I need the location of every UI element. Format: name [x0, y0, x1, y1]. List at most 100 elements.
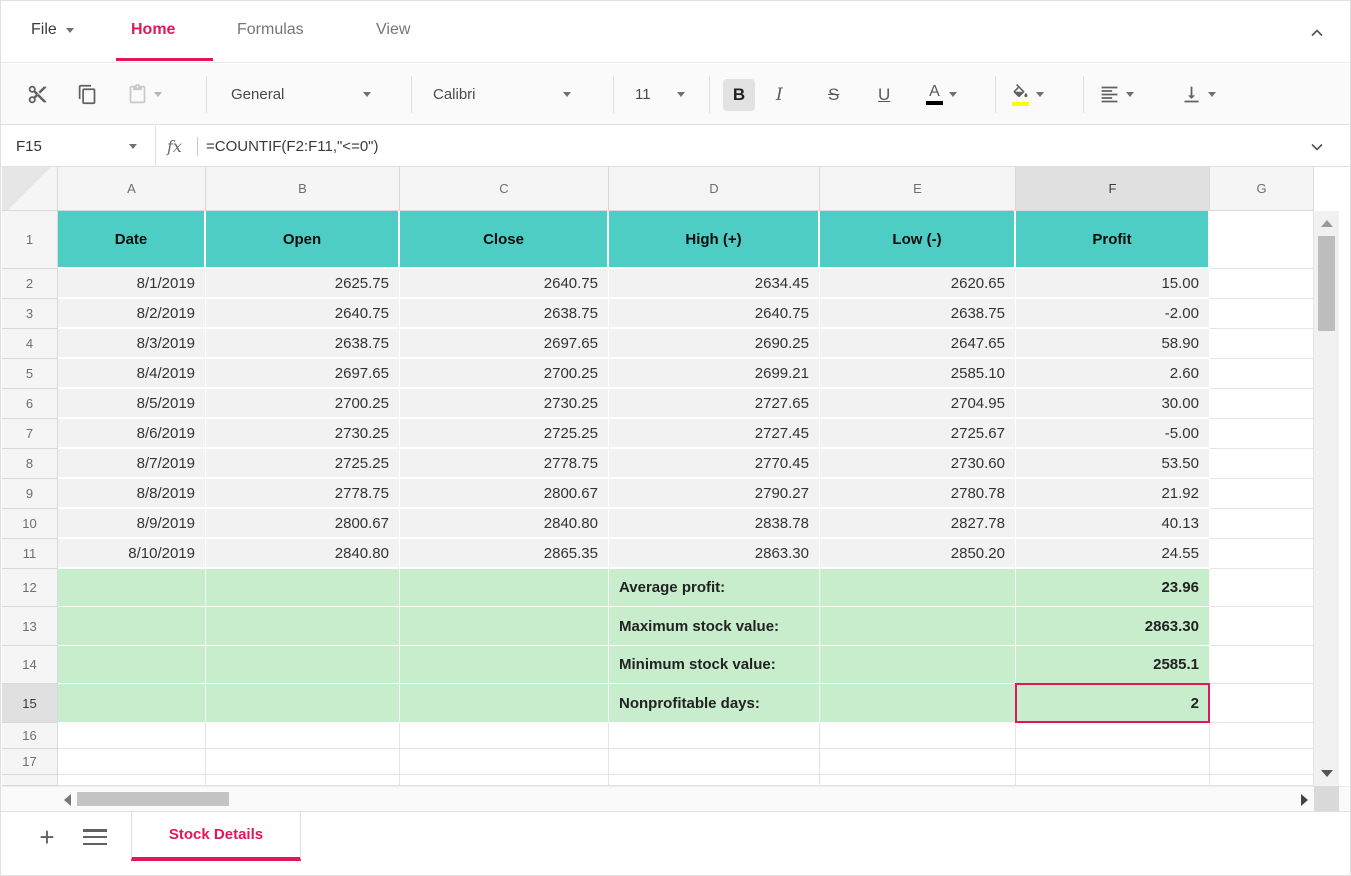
- cell-Ax[interactable]: [58, 775, 206, 786]
- text-align-dropdown[interactable]: [1099, 64, 1134, 125]
- cell-G8[interactable]: [1210, 449, 1314, 479]
- cell-F16[interactable]: [1016, 723, 1210, 749]
- bold-button[interactable]: B: [723, 64, 755, 125]
- font-name-dropdown[interactable]: Calibri: [433, 64, 577, 125]
- cell-E15[interactable]: [820, 684, 1016, 723]
- cell-F13[interactable]: 2863.30: [1016, 607, 1210, 646]
- cell-G7[interactable]: [1210, 419, 1314, 449]
- cell-G10[interactable]: [1210, 509, 1314, 539]
- row-header-9[interactable]: 9: [2, 479, 58, 509]
- cell-F1[interactable]: Profit: [1016, 211, 1210, 269]
- cell-F9[interactable]: 21.92: [1016, 479, 1210, 509]
- cell-C7[interactable]: 2725.25: [400, 419, 609, 449]
- cell-E7[interactable]: 2725.67: [820, 419, 1016, 449]
- row-header-16[interactable]: 16: [2, 723, 58, 749]
- cell-F7[interactable]: -5.00: [1016, 419, 1210, 449]
- cell-F4[interactable]: 58.90: [1016, 329, 1210, 359]
- cell-A13[interactable]: [58, 607, 206, 646]
- cell-C10[interactable]: 2840.80: [400, 509, 609, 539]
- cell-F8[interactable]: 53.50: [1016, 449, 1210, 479]
- cell-B11[interactable]: 2840.80: [206, 539, 400, 569]
- select-all-corner[interactable]: [2, 167, 58, 211]
- column-header-C[interactable]: C: [400, 167, 609, 211]
- row-header-3[interactable]: 3: [2, 299, 58, 329]
- cell-B1[interactable]: Open: [206, 211, 400, 269]
- expand-formula-bar-icon[interactable]: [1306, 137, 1328, 157]
- sheet-list-button[interactable]: [83, 826, 107, 848]
- cell-B15[interactable]: [206, 684, 400, 723]
- cell-D8[interactable]: 2770.45: [609, 449, 820, 479]
- row-header-partial[interactable]: [2, 775, 58, 786]
- cell-C2[interactable]: 2640.75: [400, 269, 609, 299]
- row-header-1[interactable]: 1: [2, 211, 58, 269]
- cell-G12[interactable]: [1210, 569, 1314, 607]
- cell-B6[interactable]: 2700.25: [206, 389, 400, 419]
- row-header-15[interactable]: 15: [2, 684, 58, 723]
- column-header-B[interactable]: B: [206, 167, 400, 211]
- horizontal-scroll-thumb[interactable]: [77, 792, 229, 806]
- cell-C17[interactable]: [400, 749, 609, 775]
- file-menu[interactable]: File: [31, 1, 74, 59]
- row-header-6[interactable]: 6: [2, 389, 58, 419]
- cell-G4[interactable]: [1210, 329, 1314, 359]
- cell-A16[interactable]: [58, 723, 206, 749]
- horizontal-scrollbar[interactable]: [1, 786, 1350, 811]
- cell-A10[interactable]: 8/9/2019: [58, 509, 206, 539]
- cell-E2[interactable]: 2620.65: [820, 269, 1016, 299]
- cell-C8[interactable]: 2778.75: [400, 449, 609, 479]
- paste-button[interactable]: [127, 64, 162, 125]
- cell-A15[interactable]: [58, 684, 206, 723]
- row-header-13[interactable]: 13: [2, 607, 58, 646]
- cell-D6[interactable]: 2727.65: [609, 389, 820, 419]
- cell-E13[interactable]: [820, 607, 1016, 646]
- vertical-align-dropdown[interactable]: [1181, 64, 1216, 125]
- cell-C5[interactable]: 2700.25: [400, 359, 609, 389]
- cell-F15[interactable]: 2: [1016, 684, 1210, 723]
- row-header-11[interactable]: 11: [2, 539, 58, 569]
- cell-B13[interactable]: [206, 607, 400, 646]
- font-size-dropdown[interactable]: 11: [635, 64, 687, 125]
- cell-B2[interactable]: 2625.75: [206, 269, 400, 299]
- cell-A12[interactable]: [58, 569, 206, 607]
- cell-G14[interactable]: [1210, 646, 1314, 684]
- cell-C1[interactable]: Close: [400, 211, 609, 269]
- cell-B9[interactable]: 2778.75: [206, 479, 400, 509]
- cell-A5[interactable]: 8/4/2019: [58, 359, 206, 389]
- cell-G3[interactable]: [1210, 299, 1314, 329]
- cell-E1[interactable]: Low (-): [820, 211, 1016, 269]
- cell-D4[interactable]: 2690.25: [609, 329, 820, 359]
- cell-D9[interactable]: 2790.27: [609, 479, 820, 509]
- cell-E4[interactable]: 2647.65: [820, 329, 1016, 359]
- cell-G9[interactable]: [1210, 479, 1314, 509]
- cell-G16[interactable]: [1210, 723, 1314, 749]
- name-box[interactable]: F15: [1, 126, 156, 167]
- cell-A4[interactable]: 8/3/2019: [58, 329, 206, 359]
- cell-A17[interactable]: [58, 749, 206, 775]
- cell-C6[interactable]: 2730.25: [400, 389, 609, 419]
- row-header-10[interactable]: 10: [2, 509, 58, 539]
- italic-button[interactable]: I: [776, 64, 783, 125]
- cell-Bx[interactable]: [206, 775, 400, 786]
- cell-C9[interactable]: 2800.67: [400, 479, 609, 509]
- tab-view[interactable]: View: [376, 1, 410, 59]
- column-header-E[interactable]: E: [820, 167, 1016, 211]
- cell-C14[interactable]: [400, 646, 609, 684]
- cell-B4[interactable]: 2638.75: [206, 329, 400, 359]
- row-header-7[interactable]: 7: [2, 419, 58, 449]
- cell-F14[interactable]: 2585.1: [1016, 646, 1210, 684]
- vertical-scroll-thumb[interactable]: [1318, 236, 1335, 331]
- cell-G11[interactable]: [1210, 539, 1314, 569]
- cell-E10[interactable]: 2827.78: [820, 509, 1016, 539]
- cell-B14[interactable]: [206, 646, 400, 684]
- cell-B5[interactable]: 2697.65: [206, 359, 400, 389]
- cell-A3[interactable]: 8/2/2019: [58, 299, 206, 329]
- cell-E8[interactable]: 2730.60: [820, 449, 1016, 479]
- scroll-right-icon[interactable]: [1301, 794, 1308, 806]
- cell-Dx[interactable]: [609, 775, 820, 786]
- cell-D16[interactable]: [609, 723, 820, 749]
- row-header-8[interactable]: 8: [2, 449, 58, 479]
- scroll-left-icon[interactable]: [64, 794, 71, 806]
- tab-formulas[interactable]: Formulas: [237, 1, 304, 59]
- cell-C12[interactable]: [400, 569, 609, 607]
- row-header-14[interactable]: 14: [2, 646, 58, 684]
